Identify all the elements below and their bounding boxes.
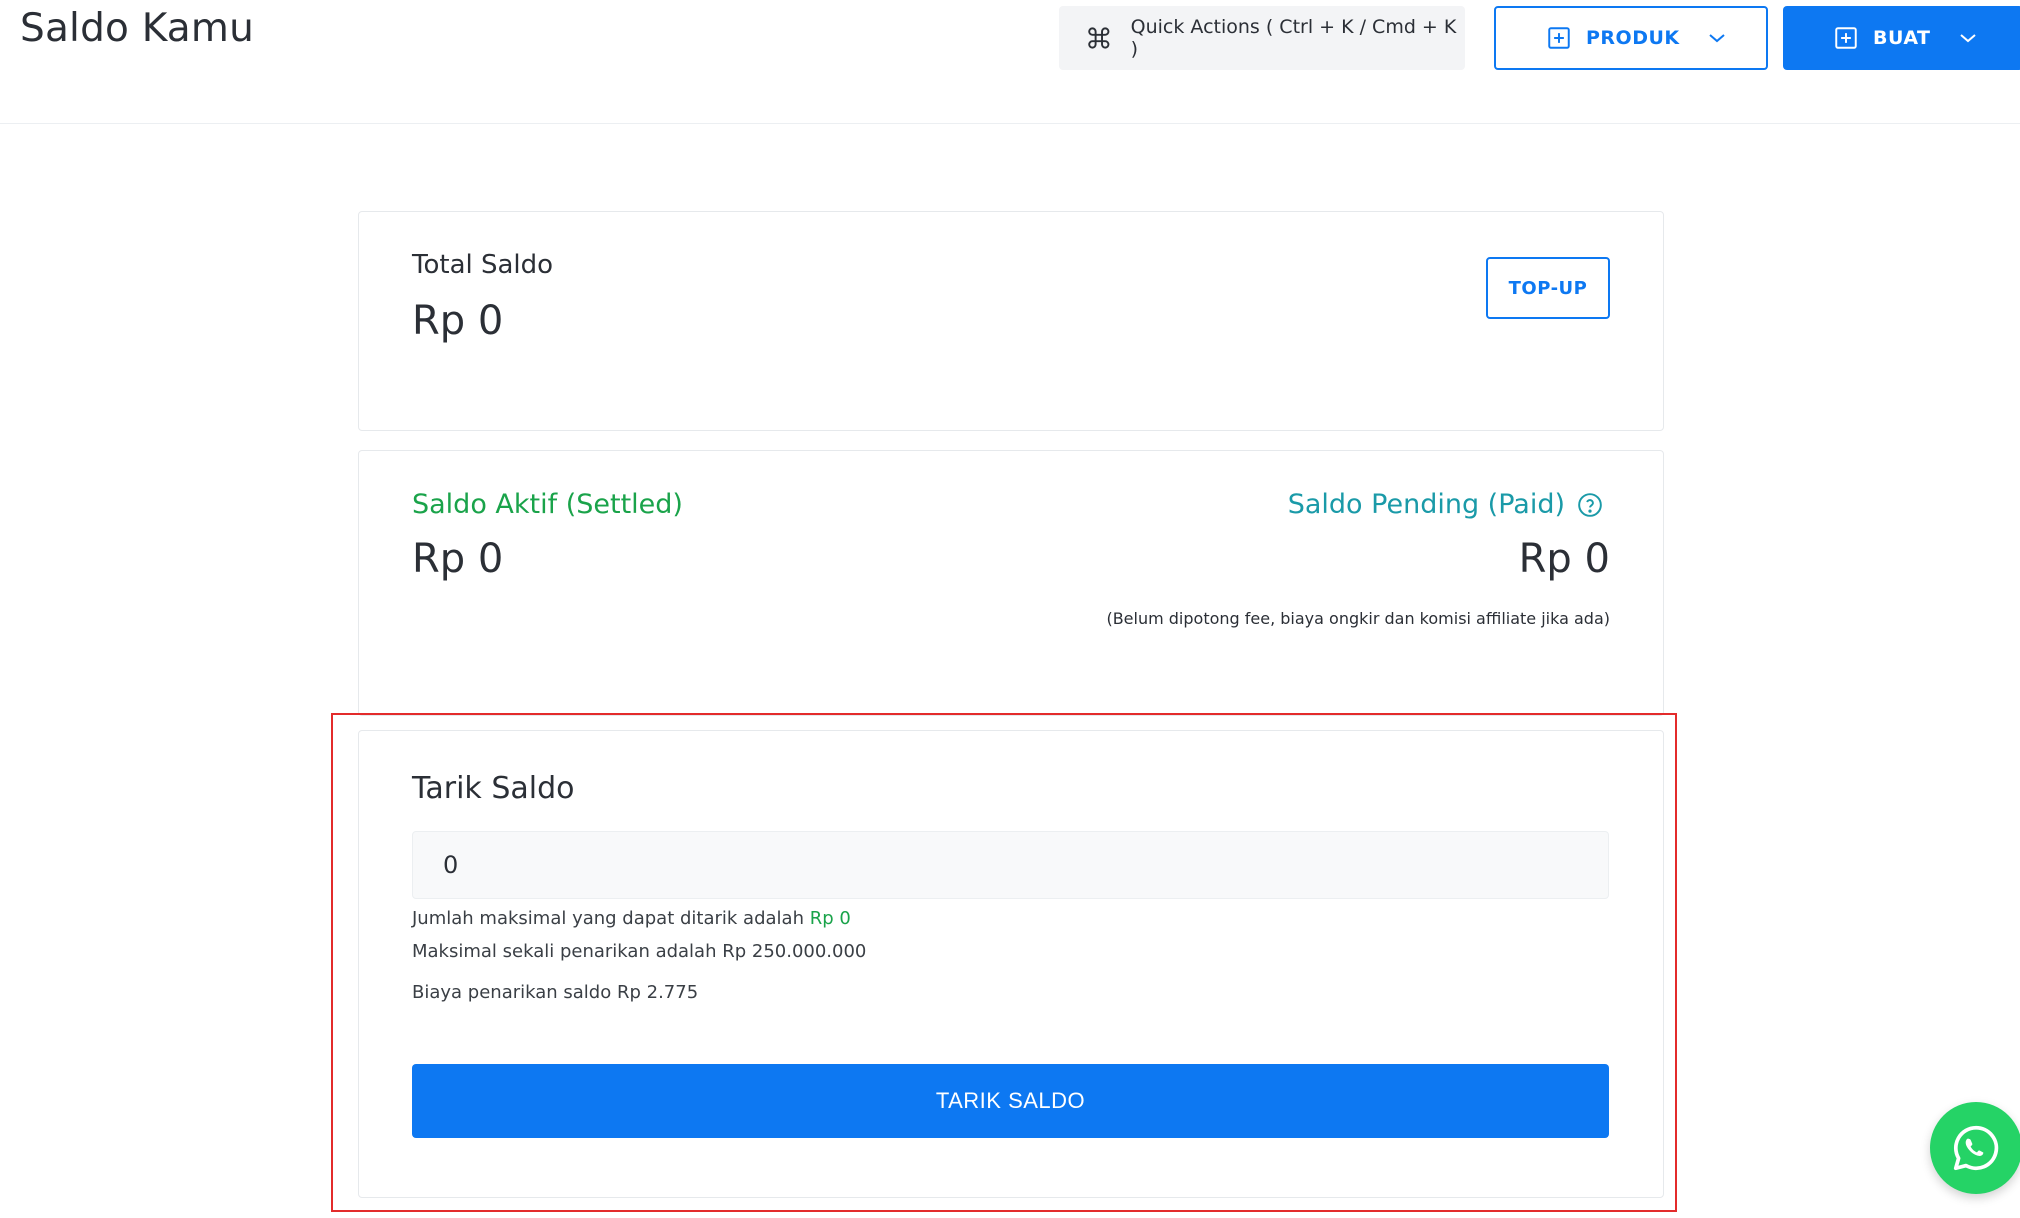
max-once-info: Maksimal sekali penarikan adalah Rp 250.…	[412, 941, 867, 962]
total-balance-card: Total Saldo Rp 0 TOP-UP	[358, 211, 1664, 431]
topup-button[interactable]: TOP-UP	[1486, 257, 1610, 319]
pending-balance-note: (Belum dipotong fee, biaya ongkir dan ko…	[1106, 609, 1610, 628]
pending-balance-label: Saldo Pending (Paid)	[1288, 489, 1603, 520]
page-title: Saldo Kamu	[20, 6, 255, 51]
withdraw-fee-info: Biaya penarikan saldo Rp 2.775	[412, 982, 699, 1003]
max-withdraw-text: Jumlah maksimal yang dapat ditarik adala…	[412, 908, 804, 929]
active-balance-amount: Rp 0	[412, 536, 504, 582]
pending-balance-label-text: Saldo Pending (Paid)	[1287, 489, 1565, 520]
max-withdraw-info: Jumlah maksimal yang dapat ditarik adala…	[412, 908, 851, 929]
chevron-down-icon	[1708, 34, 1725, 43]
max-withdraw-amount: Rp 0	[809, 908, 851, 929]
total-balance-label: Total Saldo	[412, 250, 554, 280]
plus-square-icon	[1548, 27, 1570, 49]
page: Saldo Kamu Quick Actions ( Ctrl + K / Cm…	[0, 0, 2020, 1218]
active-balance-label: Saldo Aktif (Settled)	[412, 489, 683, 520]
withdraw-submit-button[interactable]: TARIK SALDO	[412, 1064, 1609, 1138]
chevron-down-icon	[1959, 34, 1976, 43]
quick-actions-button[interactable]: Quick Actions ( Ctrl + K / Cmd + K )	[1059, 6, 1465, 70]
quick-actions-label: Quick Actions ( Ctrl + K / Cmd + K )	[1130, 16, 1457, 60]
withdraw-title: Tarik Saldo	[412, 771, 575, 806]
produk-dropdown-button[interactable]: PRODUK	[1494, 6, 1768, 70]
produk-label: PRODUK	[1586, 27, 1680, 49]
buat-dropdown-button[interactable]: BUAT	[1783, 6, 2020, 70]
whatsapp-icon	[1953, 1125, 1999, 1171]
total-balance-amount: Rp 0	[412, 298, 504, 344]
balance-status-card: Saldo Aktif (Settled) Rp 0 Saldo Pending…	[358, 450, 1664, 716]
plus-square-icon	[1835, 27, 1857, 49]
top-header: Saldo Kamu Quick Actions ( Ctrl + K / Cm…	[0, 0, 2020, 124]
command-icon	[1088, 27, 1110, 49]
buat-label: BUAT	[1873, 27, 1931, 49]
withdraw-card: Tarik Saldo Jumlah maksimal yang dapat d…	[358, 730, 1664, 1198]
whatsapp-chat-button[interactable]	[1930, 1102, 2020, 1194]
help-circle-icon[interactable]	[1577, 492, 1603, 518]
withdraw-amount-input[interactable]	[412, 831, 1609, 899]
pending-balance-amount: Rp 0	[1518, 536, 1610, 582]
